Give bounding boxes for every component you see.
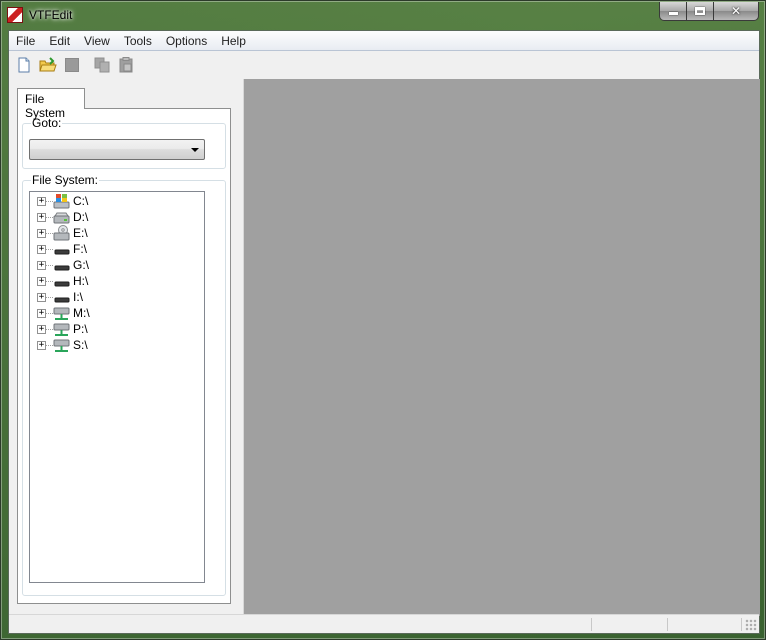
paste-button[interactable] bbox=[115, 54, 137, 76]
copy-icon bbox=[94, 57, 110, 73]
minimize-icon bbox=[668, 12, 678, 15]
expand-icon[interactable]: + bbox=[37, 293, 46, 302]
tree-item-label: D:\ bbox=[73, 210, 89, 224]
optical-drive-icon bbox=[53, 225, 70, 241]
minimize-button[interactable] bbox=[659, 2, 686, 21]
save-icon bbox=[65, 58, 79, 72]
expand-icon[interactable]: + bbox=[37, 325, 46, 334]
file-system-tree[interactable]: + C:\ + D:\ + E:\ + F:\ + G:\ + H:\ + I:… bbox=[29, 191, 205, 583]
tree-connector bbox=[46, 345, 53, 346]
tab-file-system[interactable]: File System bbox=[17, 88, 85, 120]
expand-icon[interactable]: + bbox=[37, 229, 46, 238]
title-bar[interactable]: VTFEdit ✕ bbox=[1, 1, 765, 30]
toolbar bbox=[9, 52, 759, 78]
close-button[interactable]: ✕ bbox=[713, 2, 759, 21]
tree-item-s[interactable]: + S:\ bbox=[30, 337, 200, 353]
new-document-icon bbox=[18, 57, 30, 73]
tree-item-label: P:\ bbox=[73, 322, 88, 336]
goto-combobox[interactable] bbox=[29, 139, 205, 160]
tree-connector bbox=[46, 201, 53, 202]
network-drive-icon bbox=[53, 339, 70, 352]
tree-connector bbox=[46, 329, 53, 330]
menu-edit[interactable]: Edit bbox=[42, 31, 77, 51]
status-bar bbox=[9, 614, 759, 633]
tree-item-label: E:\ bbox=[73, 226, 88, 240]
tree-item-p[interactable]: + P:\ bbox=[30, 321, 200, 337]
tree-connector bbox=[46, 233, 53, 234]
tree-item-g[interactable]: + G:\ bbox=[30, 257, 200, 273]
network-drive-icon bbox=[53, 307, 70, 320]
resize-grip-icon[interactable] bbox=[745, 619, 757, 631]
removable-drive-icon bbox=[54, 297, 70, 303]
expand-icon[interactable]: + bbox=[37, 309, 46, 318]
tree-item-f[interactable]: + F:\ bbox=[30, 241, 200, 257]
tree-connector bbox=[46, 217, 53, 218]
status-separator bbox=[667, 618, 668, 631]
goto-group: Goto: bbox=[22, 117, 226, 169]
maximize-button[interactable] bbox=[686, 2, 713, 21]
vtfedit-app-icon[interactable] bbox=[7, 7, 23, 23]
caption-buttons: ✕ bbox=[659, 2, 759, 21]
app-window: VTFEdit ✕ File Edit View Tools Options H… bbox=[0, 0, 766, 640]
window-title: VTFEdit bbox=[29, 8, 73, 22]
chevron-down-icon[interactable] bbox=[191, 148, 199, 152]
tree-connector bbox=[46, 249, 53, 250]
tree-item-c[interactable]: + C:\ bbox=[30, 193, 200, 209]
menu-file[interactable]: File bbox=[9, 31, 42, 51]
expand-icon[interactable]: + bbox=[37, 341, 46, 350]
menu-view[interactable]: View bbox=[77, 31, 117, 51]
status-separator bbox=[591, 618, 592, 631]
menu-help[interactable]: Help bbox=[214, 31, 253, 51]
file-system-label: File System: bbox=[31, 173, 100, 187]
expand-icon[interactable]: + bbox=[37, 197, 46, 206]
tree-item-label: M:\ bbox=[73, 306, 90, 320]
client-area: File Edit View Tools Options Help File S… bbox=[8, 30, 760, 634]
removable-drive-icon bbox=[54, 281, 70, 287]
tree-item-h[interactable]: + H:\ bbox=[30, 273, 200, 289]
open-button[interactable] bbox=[37, 54, 59, 76]
texture-preview-area[interactable] bbox=[243, 79, 760, 616]
tree-connector bbox=[46, 297, 53, 298]
tree-item-i[interactable]: + I:\ bbox=[30, 289, 200, 305]
file-system-tab-panel: Goto: File System: + C:\ + D:\ + E:\ + F… bbox=[17, 108, 231, 604]
tree-item-m[interactable]: + M:\ bbox=[30, 305, 200, 321]
menu-bar: File Edit View Tools Options Help bbox=[9, 31, 759, 51]
tree-item-label: F:\ bbox=[73, 242, 87, 256]
tree-item-label: H:\ bbox=[73, 274, 89, 288]
copy-button[interactable] bbox=[91, 54, 113, 76]
windows-drive-icon bbox=[53, 194, 70, 209]
expand-icon[interactable]: + bbox=[37, 245, 46, 254]
tree-item-label: I:\ bbox=[73, 290, 84, 304]
hard-drive-icon bbox=[53, 212, 70, 224]
tree-item-label: C:\ bbox=[73, 194, 89, 208]
removable-drive-icon bbox=[54, 249, 70, 255]
left-panel: File System Goto: File System: + C:\ + D… bbox=[9, 79, 243, 616]
expand-icon[interactable]: + bbox=[37, 213, 46, 222]
tree-item-label: G:\ bbox=[73, 258, 90, 272]
status-separator bbox=[741, 618, 742, 631]
expand-icon[interactable]: + bbox=[37, 261, 46, 270]
expand-icon[interactable]: + bbox=[37, 277, 46, 286]
open-folder-icon bbox=[39, 57, 57, 72]
tree-connector bbox=[46, 313, 53, 314]
tree-item-d[interactable]: + D:\ bbox=[30, 209, 200, 225]
tree-item-e[interactable]: + E:\ bbox=[30, 225, 200, 241]
menu-tools[interactable]: Tools bbox=[117, 31, 159, 51]
maximize-icon bbox=[695, 7, 705, 15]
save-button[interactable] bbox=[61, 54, 83, 76]
paste-icon bbox=[119, 57, 133, 73]
file-system-group: File System: + C:\ + D:\ + E:\ + F:\ + G… bbox=[22, 174, 226, 596]
tree-item-label: S:\ bbox=[73, 338, 88, 352]
removable-drive-icon bbox=[54, 265, 70, 271]
close-icon: ✕ bbox=[730, 4, 742, 18]
network-drive-icon bbox=[53, 323, 70, 336]
tree-connector bbox=[46, 281, 53, 282]
new-button[interactable] bbox=[13, 54, 35, 76]
menu-options[interactable]: Options bbox=[159, 31, 214, 51]
tree-connector bbox=[46, 265, 53, 266]
